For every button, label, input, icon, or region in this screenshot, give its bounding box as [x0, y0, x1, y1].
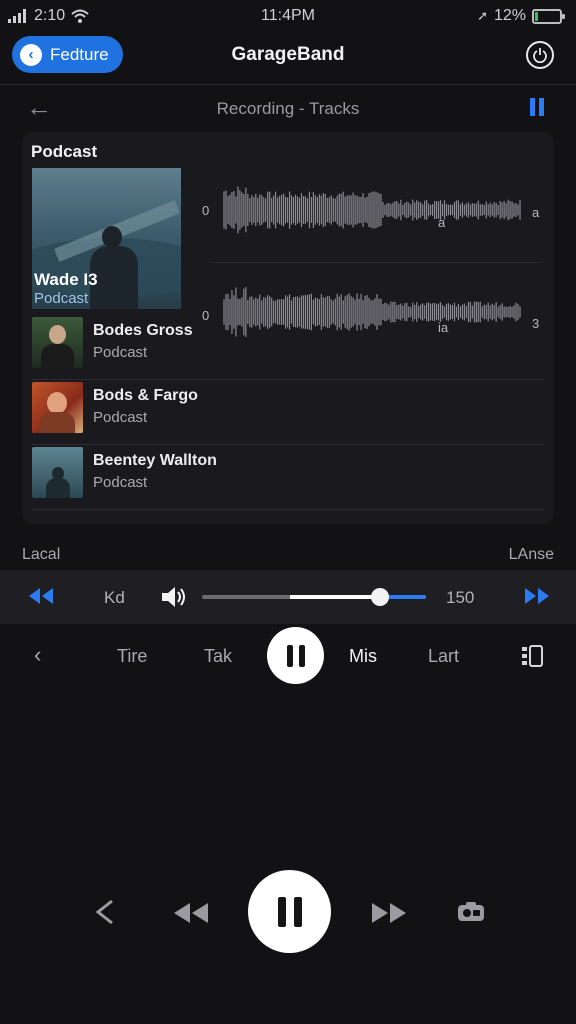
tab-tire[interactable]: Tire	[117, 646, 147, 667]
section-left-label: Lacal	[22, 546, 61, 563]
volume-value: 150	[446, 588, 475, 607]
track-thumbnail	[32, 447, 83, 498]
track-thumbnail	[32, 382, 83, 433]
section-right-label: LAnse	[508, 546, 554, 563]
camera-icon[interactable]	[456, 900, 486, 924]
speaker-icon[interactable]	[160, 585, 188, 609]
waveform-right-label: a	[532, 205, 540, 220]
track-subtitle: Podcast	[93, 474, 148, 491]
waveform-left-label: 0	[202, 203, 210, 218]
tab-bar: ‹ Tire Tak Mis Lart	[0, 624, 576, 688]
fast-forward-icon[interactable]	[370, 901, 408, 925]
volume-slider-knob[interactable]	[371, 588, 389, 606]
track-item[interactable]: Beentey Wallton Podcast	[32, 446, 544, 510]
card-title: Podcast	[31, 142, 98, 161]
mixer-bar: Kd 150	[0, 570, 576, 624]
track-thumbnail	[32, 317, 83, 368]
play-pause-button[interactable]	[248, 870, 331, 953]
track-divider	[32, 379, 544, 380]
fast-forward-icon[interactable]	[524, 586, 550, 606]
status-bar: 2:10 11:4PM ➚ 12%	[0, 0, 576, 32]
waveform	[223, 186, 521, 234]
pause-icon	[277, 896, 286, 927]
tracks-card: Podcast Wade I3 Podcast 0 a a 0 ia 3 Bod…	[22, 132, 554, 524]
section-labels: Lacal LAnse	[0, 546, 576, 566]
status-right: ➚ 12%	[477, 7, 565, 25]
volume-slider-fill	[290, 595, 380, 599]
side-panel-icon[interactable]	[520, 644, 544, 668]
transport-controls	[0, 870, 576, 954]
pause-button[interactable]	[267, 627, 324, 684]
waveform-track-1[interactable]: 0 a a	[202, 180, 542, 240]
tab-tak[interactable]: Tak	[204, 646, 232, 667]
tab-lart[interactable]: Lart	[428, 646, 459, 667]
track-subtitle: Podcast	[93, 409, 148, 426]
power-button[interactable]	[526, 41, 554, 69]
chevron-left-icon[interactable]: ‹	[34, 642, 41, 668]
nav-divider	[0, 84, 576, 85]
track-subtitle: Podcast	[93, 344, 148, 361]
rewind-icon[interactable]	[28, 586, 54, 606]
featured-subtitle: Podcast	[34, 290, 89, 307]
location-icon: ➚	[477, 8, 488, 23]
power-icon	[533, 48, 547, 63]
featured-name: Wade I3	[34, 270, 98, 289]
battery-icon	[532, 8, 565, 24]
track-item[interactable]: Bodes Gross Podcast	[32, 316, 544, 380]
tab-mis[interactable]: Mis	[349, 646, 377, 667]
waveform-marker: a	[438, 215, 446, 230]
pause-icon[interactable]	[530, 98, 550, 116]
track-name: Bods & Fargo	[93, 387, 198, 404]
track-divider	[32, 509, 544, 510]
sub-header-title: Recording - Tracks	[216, 99, 360, 118]
battery-percent: 12%	[493, 7, 526, 24]
battery-fill	[535, 11, 538, 21]
chevron-left-icon[interactable]	[94, 899, 116, 925]
rewind-icon[interactable]	[172, 901, 210, 925]
track-name: Beentey Wallton	[93, 452, 217, 469]
nav-bar: ‹ Fedture GarageBand	[0, 32, 576, 82]
volume-slider[interactable]	[202, 595, 426, 599]
track-item[interactable]: Bods & Fargo Podcast	[32, 381, 544, 445]
track-name: Bodes Gross	[93, 322, 193, 339]
track-divider	[32, 444, 544, 445]
pause-icon	[286, 644, 293, 667]
waveform-divider	[210, 262, 542, 263]
kd-label[interactable]: Kd	[104, 588, 125, 608]
app-title: GarageBand	[231, 44, 345, 65]
sub-header: ← Recording - Tracks	[0, 86, 576, 130]
